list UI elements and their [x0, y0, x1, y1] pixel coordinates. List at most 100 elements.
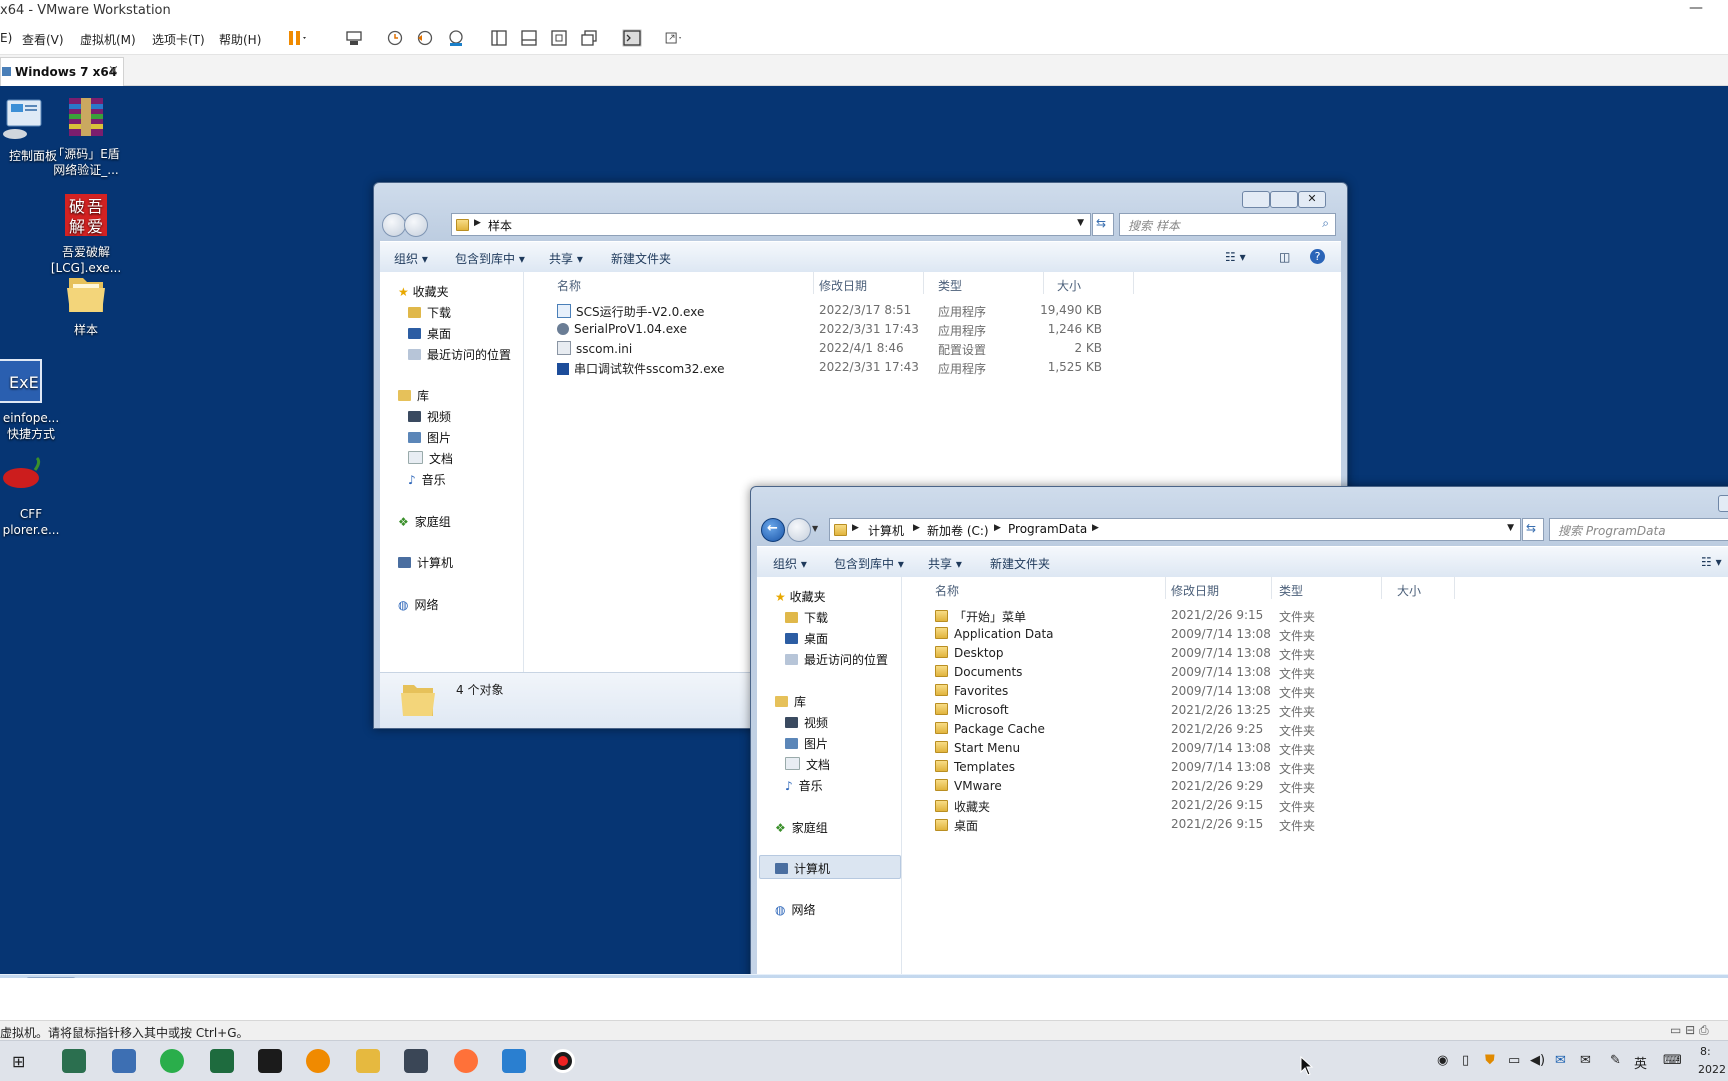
tray-pen-icon[interactable]: ✎ — [1610, 1053, 1621, 1068]
back-button[interactable]: ← — [761, 518, 785, 542]
column-size[interactable]: 大小 — [1397, 582, 1421, 599]
folder-row[interactable]: 桌面 2021/2/26 9:15 文件夹 — [935, 815, 1455, 834]
share-button[interactable]: 共享 ▾ — [549, 250, 583, 267]
nav-pictures[interactable]: 图片 — [785, 735, 828, 752]
stretch-view-icon[interactable] — [664, 29, 684, 47]
snapshot-icon[interactable] — [385, 29, 405, 47]
folder-row[interactable]: Favorites 2009/7/14 13:08 文件夹 — [935, 682, 1455, 701]
folder-row[interactable]: Package Cache 2021/2/26 9:25 文件夹 — [935, 720, 1455, 739]
folder-row[interactable]: Desktop 2009/7/14 13:08 文件夹 — [935, 644, 1455, 663]
help-icon[interactable]: ? — [1310, 249, 1325, 264]
breadcrumb-computer[interactable]: 计算机 — [868, 522, 904, 539]
revert-snapshot-icon[interactable] — [415, 29, 435, 47]
address-bar[interactable]: ▶ 样本 ▼ — [451, 213, 1091, 236]
breadcrumb-sample[interactable]: 样本 — [488, 217, 512, 234]
firefox-icon[interactable] — [454, 1049, 478, 1073]
breadcrumb-drive-c[interactable]: 新加卷 (C:) — [927, 522, 989, 539]
nav-favorites[interactable]: ★ 收藏夹 — [775, 588, 826, 605]
clock-date[interactable]: 2022 — [1698, 1063, 1726, 1076]
column-date[interactable]: 修改日期 — [819, 277, 867, 294]
nav-videos[interactable]: 视频 — [785, 714, 828, 731]
preview-pane-icon[interactable]: ◫ — [1279, 250, 1290, 264]
folder-row[interactable]: Start Menu 2009/7/14 13:08 文件夹 — [935, 739, 1455, 758]
file-row[interactable]: 串口调试软件sscom32.exe 2022/3/31 17:43 应用程序 1… — [557, 358, 1117, 377]
desktop-icon-exeinfope[interactable]: ExE einfope... 快捷方式 — [0, 358, 62, 442]
nav-downloads[interactable]: 下载 — [785, 609, 828, 626]
menu-edit[interactable]: E) — [0, 31, 12, 45]
nav-network[interactable]: ◍ 网络 — [775, 901, 816, 918]
menu-help[interactable]: 帮助(H) — [219, 31, 261, 48]
desktop-icon-52pojie[interactable]: 破 吾 解 爱 吾爱破解 [LCG].exe... — [44, 192, 128, 276]
wechat-icon[interactable] — [160, 1049, 184, 1073]
maximize-button[interactable] — [1270, 191, 1298, 208]
new-folder-button[interactable]: 新建文件夹 — [611, 250, 671, 267]
share-button[interactable]: 共享 ▾ — [928, 555, 962, 572]
back-button[interactable] — [382, 213, 406, 237]
menu-tabs[interactable]: 选项卡(T) — [152, 31, 205, 48]
nav-computer[interactable]: 计算机 — [398, 554, 453, 571]
taskbar-explorer[interactable] — [26, 977, 76, 978]
folder-row[interactable]: Documents 2009/7/14 13:08 文件夹 — [935, 663, 1455, 682]
nav-pictures[interactable]: 图片 — [408, 429, 451, 446]
file-explorer-icon[interactable] — [356, 1049, 380, 1073]
column-date[interactable]: 修改日期 — [1171, 582, 1219, 599]
search-icon[interactable]: ⌕ — [1322, 216, 1329, 231]
app-icon[interactable] — [502, 1049, 526, 1073]
send-keys-icon[interactable] — [344, 29, 364, 47]
nav-documents[interactable]: 文档 — [408, 450, 453, 467]
search-input[interactable]: 搜索 样本 ⌕ — [1119, 213, 1336, 236]
nav-homegroup[interactable]: ❖ 家庭组 — [398, 513, 451, 530]
folder-row[interactable]: 「开始」菜单 2021/2/26 9:15 文件夹 — [935, 606, 1455, 625]
folder-row[interactable]: Templates 2009/7/14 13:08 文件夹 — [935, 758, 1455, 777]
nav-recent[interactable]: 最近访问的位置 — [408, 346, 511, 363]
nav-videos[interactable]: 视频 — [408, 408, 451, 425]
tray-volume-icon[interactable]: ◀) — [1530, 1053, 1545, 1068]
column-type[interactable]: 类型 — [1279, 582, 1303, 599]
column-type[interactable]: 类型 — [938, 277, 962, 294]
folder-row[interactable]: Microsoft 2021/2/26 13:25 文件夹 — [935, 701, 1455, 720]
refresh-button[interactable]: ⇆ — [1522, 518, 1544, 541]
include-in-library-button[interactable]: 包含到库中 ▾ — [455, 250, 525, 267]
column-size[interactable]: 大小 — [1057, 277, 1081, 294]
nav-music[interactable]: ♪ 音乐 — [408, 471, 446, 488]
desktop-icon-edun[interactable]: 「源码」E盾 网络验证_... — [44, 94, 128, 178]
tray-record-icon[interactable]: ◉ — [1437, 1053, 1448, 1068]
include-in-library-button[interactable]: 包含到库中 ▾ — [834, 555, 904, 572]
minimize-button[interactable]: — — [1686, 0, 1706, 20]
nav-documents[interactable]: 文档 — [785, 756, 830, 773]
folder-row[interactable]: VMware 2021/2/26 9:29 文件夹 — [935, 777, 1455, 796]
chevron-down-icon[interactable]: ▼ — [1077, 218, 1084, 228]
nav-computer[interactable]: 计算机 — [775, 860, 830, 877]
terminal-icon[interactable] — [258, 1049, 282, 1073]
view-options-icon[interactable]: ☷ ▾ — [1225, 250, 1246, 264]
vmware-icon[interactable] — [306, 1049, 330, 1073]
device-status-icons[interactable]: ▭ ⊟ ⎙ — [1670, 1023, 1709, 1038]
new-folder-button[interactable]: 新建文件夹 — [990, 555, 1050, 572]
fullscreen-icon[interactable] — [549, 29, 569, 47]
file-row[interactable]: SCS运行助手-V2.0.exe 2022/3/17 8:51 应用程序 19,… — [557, 301, 1117, 320]
chevron-down-icon[interactable]: ▼ — [1507, 523, 1514, 533]
folder-row[interactable]: 收藏夹 2021/2/26 9:15 文件夹 — [935, 796, 1455, 815]
nav-libraries[interactable]: 库 — [398, 387, 429, 404]
column-name[interactable]: 名称 — [935, 582, 959, 599]
library-view-icon[interactable] — [489, 29, 509, 47]
tray-shield-icon[interactable]: ⛊ — [1485, 1053, 1495, 1068]
tray-mail-icon[interactable]: ✉ — [1580, 1053, 1591, 1068]
thumbnail-view-icon[interactable] — [519, 29, 539, 47]
console-view-icon[interactable] — [622, 29, 642, 47]
minimize-button[interactable] — [1718, 495, 1728, 512]
nav-favorites[interactable]: ★ 收藏夹 — [398, 283, 449, 300]
close-icon[interactable]: × — [108, 63, 119, 78]
organize-button[interactable]: 组织 ▾ — [773, 555, 807, 572]
column-name[interactable]: 名称 — [557, 277, 581, 294]
taskbar-media-player[interactable] — [80, 977, 128, 978]
tray-keyboard-icon[interactable]: ⌨ — [1663, 1053, 1682, 1068]
tray-outlook-icon[interactable]: ✉ — [1555, 1053, 1566, 1068]
forward-button[interactable] — [787, 518, 811, 542]
task-view-icon[interactable]: ⊞ — [12, 1052, 25, 1071]
nav-libraries[interactable]: 库 — [775, 693, 806, 710]
tab-windows7[interactable]: Windows 7 x64 × — [0, 57, 124, 86]
nav-music[interactable]: ♪ 音乐 — [785, 777, 823, 794]
forward-button[interactable] — [404, 213, 428, 237]
desktop-icon-sample-folder[interactable]: 样本 — [44, 270, 128, 338]
